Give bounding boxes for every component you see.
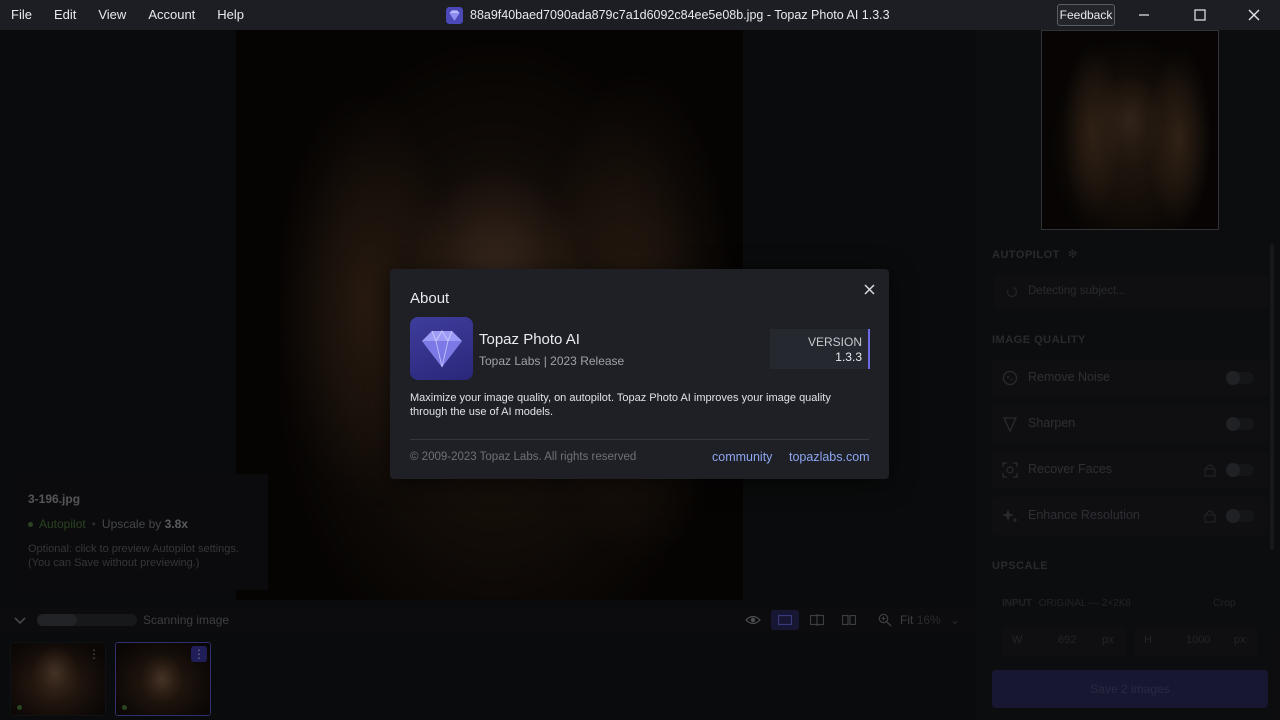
topaz-logo-icon xyxy=(446,6,463,24)
close-window-button[interactable] xyxy=(1231,0,1277,30)
app-description: Maximize your image quality, on autopilo… xyxy=(410,392,831,418)
app-name: Topaz Photo AI xyxy=(479,331,580,348)
app-icon xyxy=(410,317,473,380)
copyright: © 2009-2023 Topaz Labs. All rights reser… xyxy=(410,451,637,463)
about-dialog: About Topaz Photo AI Topaz Labs | 2023 R… xyxy=(390,269,889,479)
menu-view[interactable]: View xyxy=(87,0,137,30)
divider xyxy=(410,439,869,440)
community-link[interactable]: community xyxy=(712,450,772,464)
window-title: 88a9f40baed7090ada879c7a1d6092c84ee5e08b… xyxy=(446,0,890,30)
menu-account[interactable]: Account xyxy=(137,0,206,30)
website-link[interactable]: topazlabs.com xyxy=(789,450,870,464)
menu-file[interactable]: File xyxy=(0,0,43,30)
dialog-close-button[interactable] xyxy=(861,281,877,297)
app-subtitle: Topaz Labs | 2023 Release xyxy=(479,354,625,368)
menu-edit[interactable]: Edit xyxy=(43,0,87,30)
maximize-button[interactable] xyxy=(1177,0,1223,30)
window-title-text: 88a9f40baed7090ada879c7a1d6092c84ee5e08b… xyxy=(470,8,890,22)
minimize-button[interactable] xyxy=(1121,0,1167,30)
minimize-icon xyxy=(1139,14,1149,16)
version-number: 1.3.3 xyxy=(835,350,862,364)
close-icon xyxy=(1248,9,1260,21)
menu-help[interactable]: Help xyxy=(206,0,255,30)
menu-bar: File Edit View Account Help xyxy=(0,0,255,30)
title-bar: File Edit View Account Help 88a9f40baed7… xyxy=(0,0,1280,30)
version-box: VERSION 1.3.3 xyxy=(770,329,870,369)
feedback-button[interactable]: Feedback xyxy=(1057,4,1115,26)
maximize-icon xyxy=(1194,9,1206,21)
close-icon xyxy=(863,283,875,295)
version-label: VERSION xyxy=(807,335,862,349)
diamond-icon xyxy=(421,329,462,367)
dialog-title: About xyxy=(410,290,450,307)
